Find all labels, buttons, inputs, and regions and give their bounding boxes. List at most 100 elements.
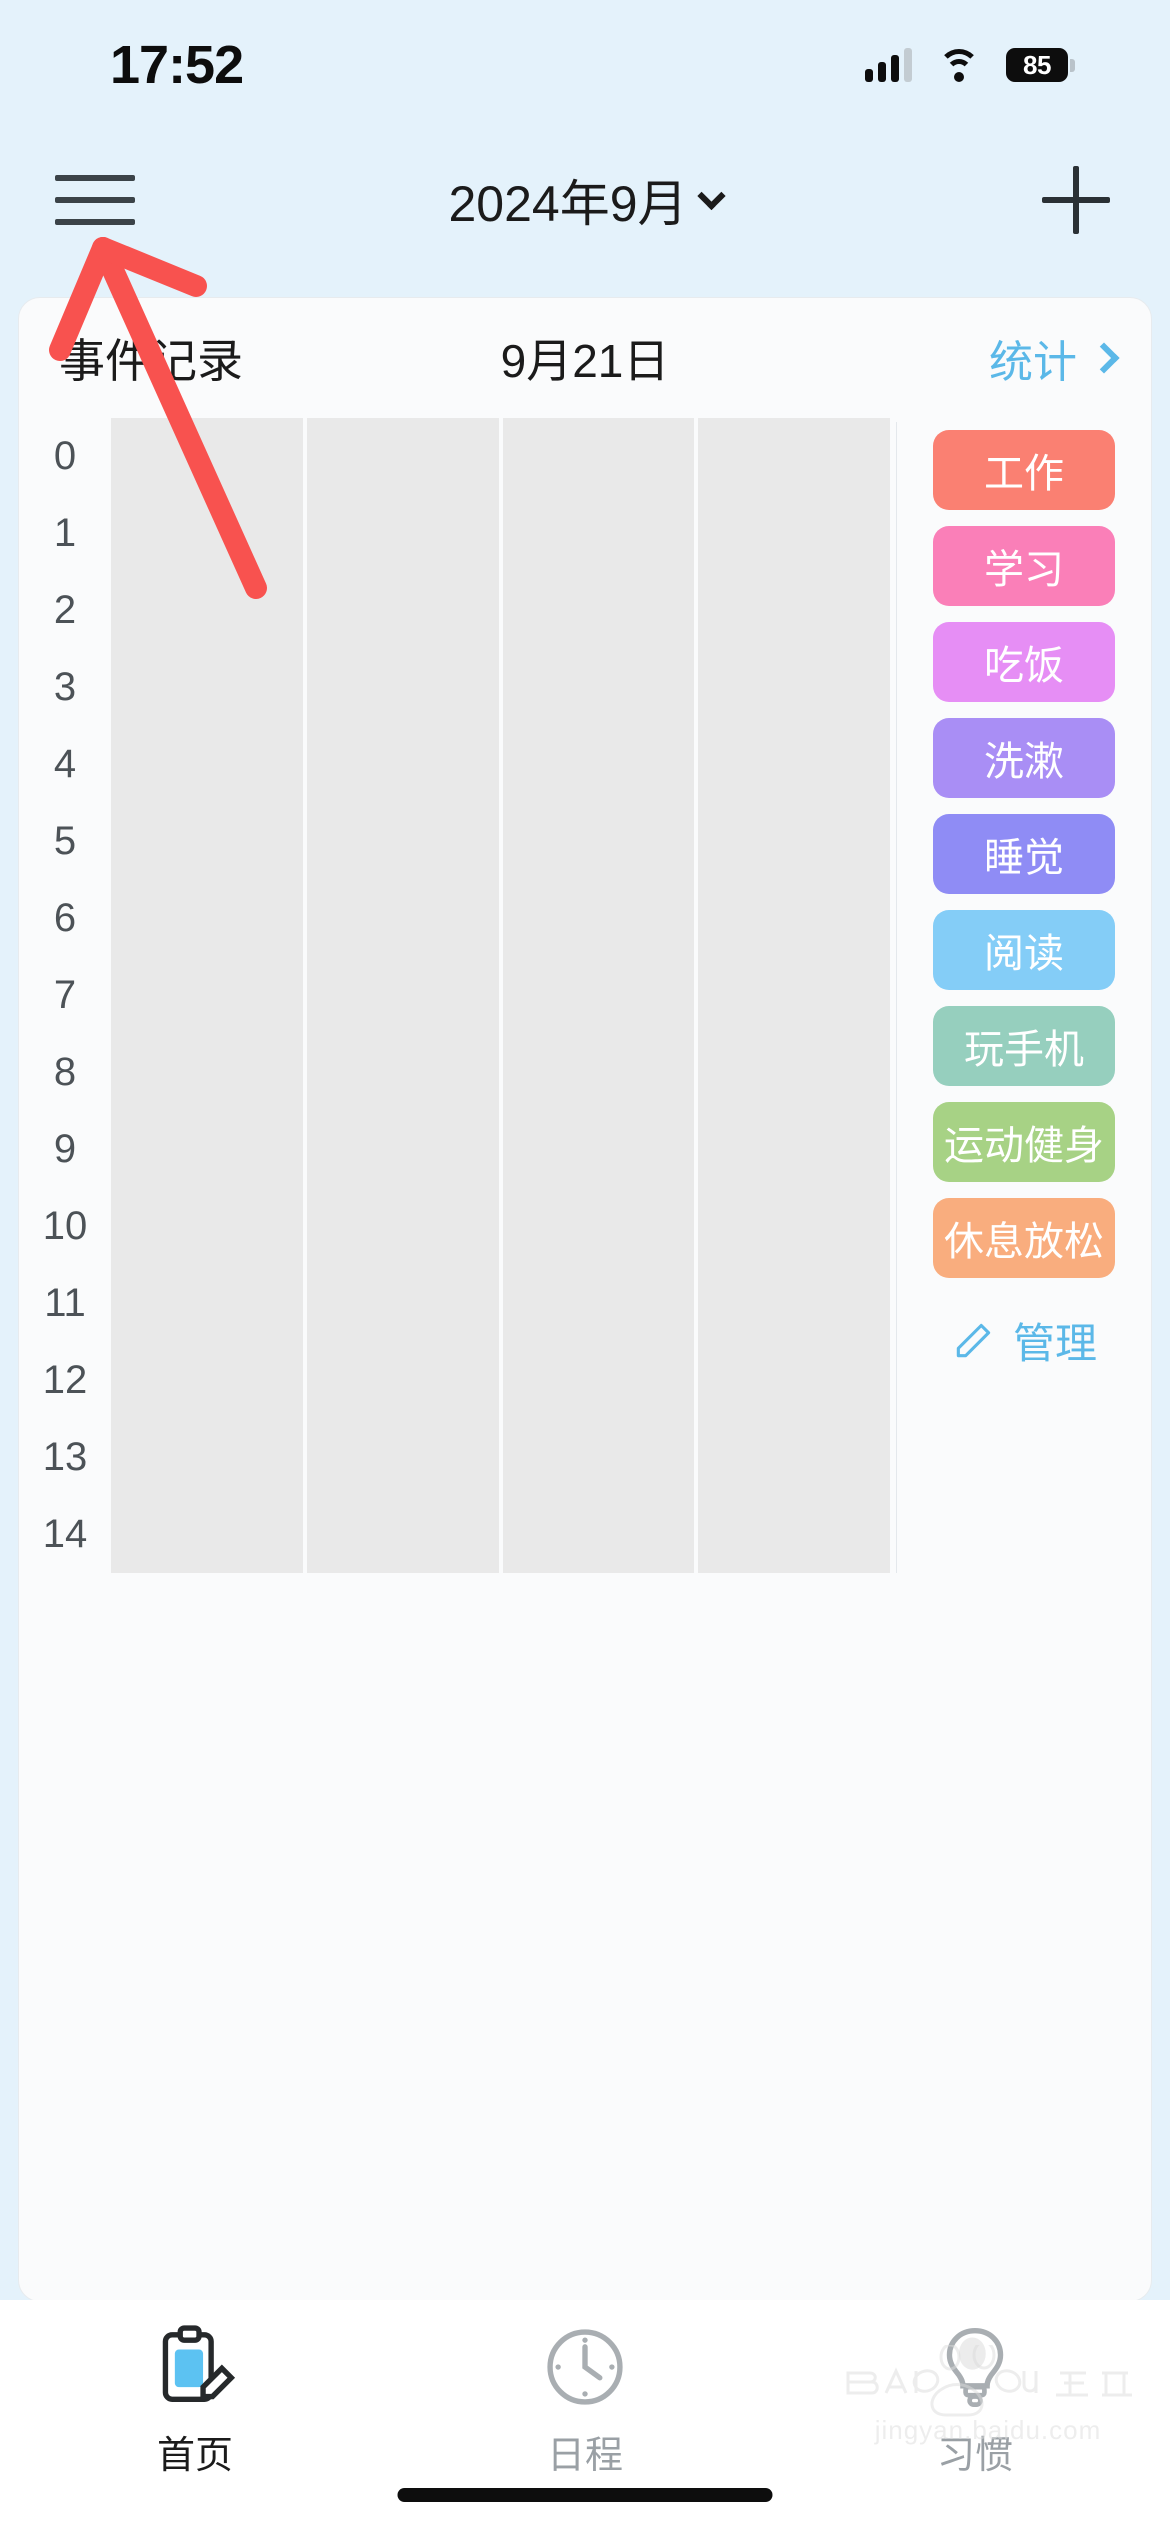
timeslot-cell[interactable] — [698, 1342, 890, 1419]
timeslot-cell[interactable] — [111, 726, 303, 803]
timeslot-row[interactable] — [111, 1265, 896, 1342]
timeslot-cell[interactable] — [111, 649, 303, 726]
timeslot-row[interactable] — [111, 649, 896, 726]
timeslot-cell[interactable] — [306, 880, 499, 957]
category-chip[interactable]: 洗漱 — [933, 718, 1115, 798]
timeslot-cell[interactable] — [306, 1034, 499, 1111]
timeslot-cell[interactable] — [698, 880, 890, 957]
timeslot-cell[interactable] — [502, 726, 695, 803]
statistics-link[interactable]: 统计 — [989, 326, 1120, 390]
timeslot-row[interactable] — [111, 1342, 896, 1419]
timeslot-cell[interactable] — [502, 495, 695, 572]
tab-home[interactable]: 首页 — [0, 2324, 390, 2479]
timeslot-cell[interactable] — [306, 1342, 499, 1419]
statistics-label: 统计 — [989, 338, 1077, 387]
timeslot-cell[interactable] — [502, 1342, 695, 1419]
hour-label: 1 — [53, 511, 77, 555]
clipboard-pen-icon — [162, 2325, 236, 2402]
timeslot-cell[interactable] — [698, 1496, 890, 1573]
category-chip[interactable]: 阅读 — [933, 910, 1115, 990]
timeslot-cell[interactable] — [502, 880, 695, 957]
timeslot-cell[interactable] — [698, 572, 890, 649]
category-chip[interactable]: 吃饭 — [933, 622, 1115, 702]
hour-label: 7 — [53, 973, 77, 1017]
manage-categories-link[interactable]: 管理 — [951, 1310, 1097, 1371]
plus-icon[interactable] — [1042, 166, 1110, 234]
timeslot-cell[interactable] — [306, 418, 499, 495]
timeslot-row[interactable] — [111, 1034, 896, 1111]
timeslot-row[interactable] — [111, 1496, 896, 1573]
timeslot-cell[interactable] — [111, 1342, 303, 1419]
timeslot-cell[interactable] — [111, 1419, 303, 1496]
timeslot-cell[interactable] — [111, 418, 303, 495]
timeslot-cell[interactable] — [502, 1496, 695, 1573]
timeslot-cell[interactable] — [306, 1188, 499, 1265]
timeslot-row[interactable] — [111, 1419, 896, 1496]
timeslot-cell[interactable] — [306, 1111, 499, 1188]
timeslot-cell[interactable] — [111, 1496, 303, 1573]
timeslot-cell[interactable] — [502, 572, 695, 649]
category-chip[interactable]: 休息放松 — [933, 1198, 1115, 1278]
timeslot-cell[interactable] — [698, 495, 890, 572]
timeslot-cell[interactable] — [698, 649, 890, 726]
timeslot-cell[interactable] — [111, 572, 303, 649]
timeslot-cell[interactable] — [111, 1111, 303, 1188]
timeslot-cell[interactable] — [306, 957, 499, 1034]
timeslot-cell[interactable] — [306, 649, 499, 726]
timeslot-cell[interactable] — [698, 1188, 890, 1265]
tab-home-label: 首页 — [156, 2435, 233, 2477]
timeslot-cell[interactable] — [698, 1111, 890, 1188]
timeslot-cell[interactable] — [698, 418, 890, 495]
timeslot-row[interactable] — [111, 1188, 896, 1265]
category-chip[interactable]: 运动健身 — [933, 1102, 1115, 1182]
category-chip-list: 工作学习吃饭洗漱睡觉阅读玩手机运动健身休息放松 管理 — [897, 418, 1151, 1573]
timeslot-cell[interactable] — [698, 957, 890, 1034]
timeslot-cell[interactable] — [502, 957, 695, 1034]
timeslot-cell[interactable] — [306, 1496, 499, 1573]
timeslot-cell[interactable] — [111, 880, 303, 957]
category-chip[interactable]: 玩手机 — [933, 1006, 1115, 1086]
tab-schedule[interactable]: 日程 — [390, 2324, 780, 2479]
timeslot-cell[interactable] — [306, 572, 499, 649]
timeslot-cell[interactable] — [306, 726, 499, 803]
timeslot-cell[interactable] — [502, 1034, 695, 1111]
category-chip[interactable]: 学习 — [933, 526, 1115, 606]
timeslot-cell[interactable] — [306, 1419, 499, 1496]
timeslot-cell[interactable] — [111, 1034, 303, 1111]
timeslot-row[interactable] — [111, 418, 896, 495]
category-chip[interactable]: 工作 — [933, 430, 1115, 510]
timeslot-row[interactable] — [111, 803, 896, 880]
timeslot-row[interactable] — [111, 1111, 896, 1188]
timeslot-grid[interactable] — [111, 418, 896, 1573]
timeslot-row[interactable] — [111, 572, 896, 649]
timeslot-cell[interactable] — [306, 1265, 499, 1342]
timeslot-row[interactable] — [111, 957, 896, 1034]
month-selector[interactable]: 2024年9月 — [448, 164, 726, 236]
timeslot-cell[interactable] — [306, 803, 499, 880]
timeslot-cell[interactable] — [111, 1265, 303, 1342]
timeslot-cell[interactable] — [111, 957, 303, 1034]
timeslot-cell[interactable] — [698, 1265, 890, 1342]
timeslot-cell[interactable] — [502, 1265, 695, 1342]
timeslot-row[interactable] — [111, 495, 896, 572]
category-chip[interactable]: 睡觉 — [933, 814, 1115, 894]
timeslot-cell[interactable] — [502, 1111, 695, 1188]
timeslot-cell[interactable] — [698, 726, 890, 803]
timeslot-cell[interactable] — [111, 803, 303, 880]
timeslot-cell[interactable] — [111, 1188, 303, 1265]
timeslot-cell[interactable] — [698, 803, 890, 880]
timeslot-cell[interactable] — [502, 803, 695, 880]
card-date-label: 9月21日 — [500, 335, 670, 387]
timeslot-cell[interactable] — [502, 418, 695, 495]
timeslot-cell[interactable] — [502, 1188, 695, 1265]
hamburger-menu-icon[interactable] — [55, 169, 135, 231]
timeslot-cell[interactable] — [306, 495, 499, 572]
tab-habit[interactable]: 习惯 — [780, 2324, 1170, 2479]
timeslot-row[interactable] — [111, 726, 896, 803]
timeslot-cell[interactable] — [502, 1419, 695, 1496]
timeslot-cell[interactable] — [698, 1034, 890, 1111]
timeslot-cell[interactable] — [698, 1419, 890, 1496]
timeslot-cell[interactable] — [111, 495, 303, 572]
timeslot-row[interactable] — [111, 880, 896, 957]
timeslot-cell[interactable] — [502, 649, 695, 726]
